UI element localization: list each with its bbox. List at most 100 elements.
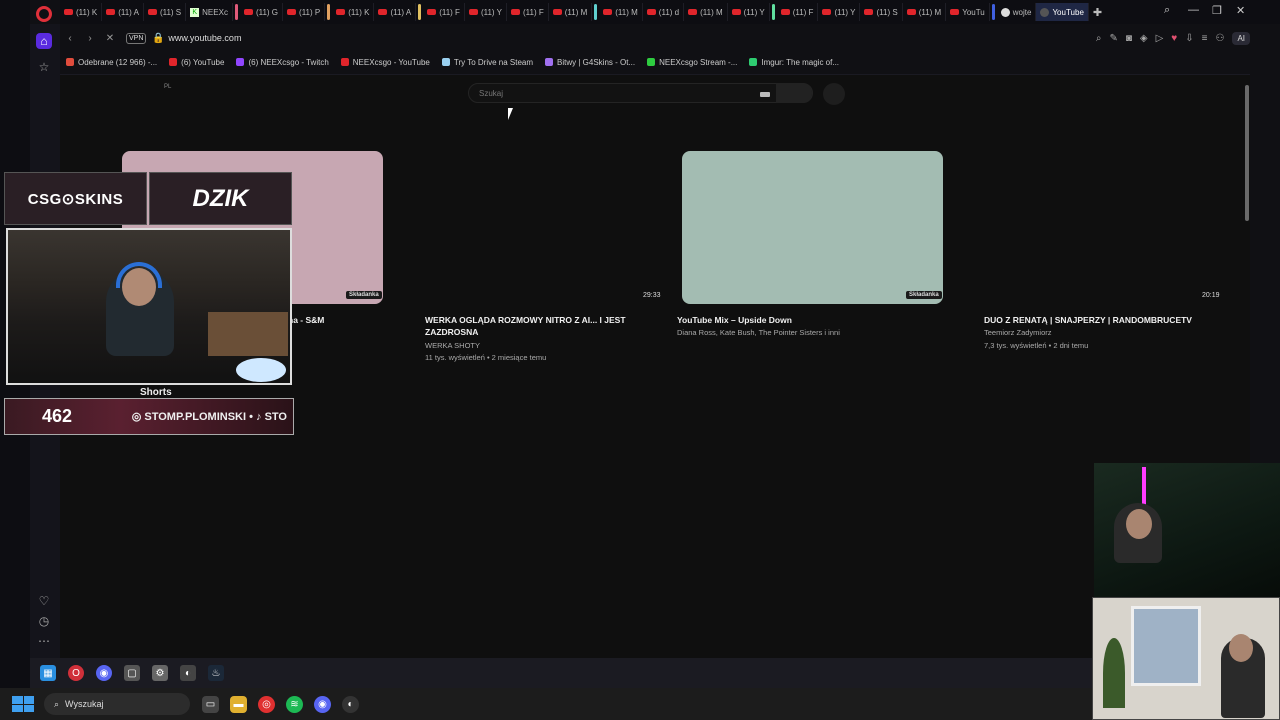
download-icon[interactable]: ⇩ (1185, 33, 1193, 44)
channel-name[interactable]: WERKA SHOTY (425, 340, 480, 352)
tab[interactable]: (11) F (507, 3, 549, 21)
obs-icon[interactable]: ◐ (180, 665, 196, 681)
lock-icon[interactable]: 🔒 (152, 33, 164, 44)
tab[interactable]: (11) P (283, 3, 326, 21)
profile-icon[interactable]: ⚇ (1215, 33, 1224, 44)
tab[interactable]: (11) F (777, 3, 819, 21)
bookmark[interactable]: (6) NEEXcsgo - Twitch (236, 57, 329, 67)
url-field[interactable]: www.youtube.com (168, 33, 241, 43)
tab[interactable]: (11) K (332, 3, 375, 21)
restore-icon[interactable]: ❐ (1212, 4, 1222, 17)
desktop: ⌂ ☆ ♡ ◷ ⋯ (11) K (11) A (11) S K NEEXc (1… (0, 0, 1280, 720)
obs-icon[interactable]: ◐ (342, 695, 359, 713)
forward-icon[interactable]: › (80, 33, 100, 44)
video-title[interactable]: YouTube Mix – Upside Down (677, 314, 792, 326)
heart-icon[interactable]: ♥ (1171, 33, 1177, 44)
discord-icon[interactable]: ◉ (314, 695, 331, 713)
stop-loading-icon[interactable]: ✕ (100, 33, 120, 44)
tab-active[interactable]: YouTube (1036, 3, 1089, 21)
bookmark[interactable]: (6) YouTube (169, 58, 224, 67)
close-icon[interactable]: ✕ (1236, 4, 1245, 17)
bookmark-label: NEEXcsgo - YouTube (352, 57, 430, 67)
tab[interactable]: (11) M (599, 3, 643, 21)
taskbar-search[interactable]: ⌕ Wyszukaj (44, 693, 190, 715)
bookmark[interactable]: Odebrane (12 966) -... (66, 58, 157, 67)
bookmark[interactable]: Imgur: The magic of... (749, 58, 839, 67)
tab-label: (11) A (118, 7, 139, 17)
tab[interactable]: (11) M (684, 3, 728, 21)
channel-name[interactable]: Teemiorz Zadymiorz (984, 327, 1052, 339)
youtube-icon (510, 9, 520, 15)
bookmark-label: (6) NEEXcsgo - Twitch (248, 57, 329, 67)
search-tabs-icon[interactable]: ⌕ (1164, 4, 1170, 17)
video-title-line2[interactable]: ZAZDROSNA (425, 326, 478, 338)
search-icon[interactable]: ⌕ (1096, 33, 1102, 44)
tab-label: (11) G (255, 7, 279, 17)
tab[interactable]: (11) Y (465, 3, 507, 21)
edit-icon[interactable]: ✎ (1109, 33, 1117, 44)
tab[interactable]: (11) S (860, 3, 903, 21)
search-button[interactable] (776, 83, 812, 103)
shield-icon[interactable]: ◈ (1140, 33, 1148, 44)
home-icon[interactable]: ⌂ (36, 33, 52, 49)
discord-icon[interactable]: ◉ (96, 665, 112, 681)
heart-icon[interactable]: ♡ (36, 593, 52, 609)
opera-logo-icon[interactable] (36, 6, 52, 22)
tab[interactable]: wojte (997, 3, 1037, 21)
folder-icon[interactable]: ▬ (230, 695, 247, 713)
kick-icon (647, 58, 656, 66)
g4skins-icon (545, 58, 554, 66)
window-icon[interactable]: ▢ (124, 665, 140, 681)
youtube-icon (340, 58, 349, 66)
opera-icon[interactable]: O (68, 665, 84, 681)
tab[interactable]: YouTu (946, 3, 990, 21)
search-input[interactable]: Szukaj (468, 83, 813, 103)
keyboard-icon[interactable] (760, 92, 770, 97)
settings-icon[interactable]: ⚙ (152, 665, 168, 681)
new-tab-button[interactable]: ✚ (1089, 3, 1106, 21)
tab[interactable]: (11) S (144, 3, 187, 21)
video-thumbnail[interactable] (682, 151, 943, 304)
bookmark[interactable]: Bitwy | G4Skins - Ot... (545, 58, 635, 67)
tab[interactable]: (11) F (423, 3, 465, 21)
streamer-webcam (6, 228, 292, 385)
more-icon[interactable]: ⋯ (36, 633, 52, 649)
bookmark[interactable]: NEEXcsgo Stream -... (647, 58, 737, 67)
tab[interactable]: (11) Y (818, 3, 861, 21)
tab-label: (11) F (792, 7, 814, 17)
speed-dial-icon[interactable]: ☆ (36, 59, 52, 75)
tab[interactable]: K NEEXc (186, 3, 233, 21)
bookmark[interactable]: NEEXcsgo - YouTube (340, 57, 430, 67)
taskview-icon[interactable]: ▭ (202, 695, 219, 713)
tab[interactable]: (11) d (643, 3, 685, 21)
menu-icon[interactable]: ≡ (1202, 33, 1208, 44)
tab-label: YouTube (1052, 7, 1084, 17)
video-title[interactable]: na - S&M (288, 314, 324, 326)
microphone-icon[interactable] (823, 83, 845, 105)
chrome-icon[interactable]: ◎ (258, 695, 275, 713)
tab[interactable]: (11) M (549, 3, 593, 21)
back-icon[interactable]: ‹ (60, 33, 80, 44)
history-icon[interactable]: ◷ (36, 613, 52, 629)
scrollbar[interactable] (1245, 85, 1249, 221)
bookmark[interactable]: Try To Drive na Steam (441, 58, 533, 67)
tab-group-marker (418, 4, 422, 20)
camera-icon[interactable]: ◙ (1126, 33, 1132, 44)
steam-icon[interactable]: ♨ (208, 665, 224, 681)
spotify-icon[interactable]: ≋ (286, 695, 303, 713)
vpn-badge[interactable]: VPN (126, 32, 147, 44)
tab[interactable]: (11) K (60, 3, 103, 21)
video-title[interactable]: DUO Z RENATĄ | SNAJPERZY | RANDOMBRUCETV (984, 314, 1192, 326)
channel-name[interactable]: Diana Ross, Kate Bush, The Pointer Siste… (677, 327, 840, 339)
tab[interactable]: (11) A (102, 3, 144, 21)
tab[interactable]: (11) M (903, 3, 947, 21)
minimize-icon[interactable]: — (1188, 4, 1199, 16)
tab[interactable]: (11) A (374, 3, 417, 21)
tab[interactable]: (11) Y (728, 3, 770, 21)
play-icon[interactable]: ▷ (1156, 33, 1164, 44)
ai-button[interactable]: AI (1232, 31, 1250, 45)
tab[interactable]: (11) G (240, 3, 284, 21)
start-icon[interactable] (12, 696, 34, 712)
video-title[interactable]: WERKA OGLĄDA ROZMOWY NITRO Z AI... I JES… (425, 314, 626, 326)
windows-icon[interactable]: ▦ (40, 665, 56, 681)
